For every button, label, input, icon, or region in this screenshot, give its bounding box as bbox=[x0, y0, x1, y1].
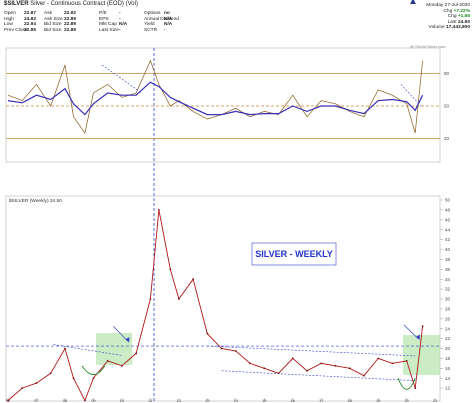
y-tick-label: 42 bbox=[445, 237, 451, 242]
highlight-box-2008 bbox=[96, 333, 132, 365]
y-tick-label: 12 bbox=[445, 386, 451, 391]
price-point bbox=[83, 399, 86, 402]
x-tick-label: 14 bbox=[234, 398, 239, 403]
y-tick-label: 34 bbox=[445, 277, 451, 282]
price-point bbox=[206, 332, 209, 335]
x-tick-label: 07 bbox=[34, 398, 39, 403]
y-tick-label: 32 bbox=[445, 287, 451, 292]
x-tick-label: 15 bbox=[262, 398, 267, 403]
price-point bbox=[35, 382, 38, 385]
trendline bbox=[221, 370, 416, 381]
price-point bbox=[234, 350, 237, 352]
price-point bbox=[135, 352, 138, 355]
chart-title: SILVER - WEEKLY bbox=[255, 249, 333, 259]
chart-canvas: 80 50 20 50 48 46 44 42 40 38 36 34 32 30 28 26 24 22 20 1… bbox=[5, 47, 451, 403]
price-point bbox=[158, 209, 160, 211]
y-tick-label: 36 bbox=[445, 267, 451, 272]
price-point bbox=[348, 367, 351, 370]
price-point bbox=[320, 362, 323, 365]
price-point bbox=[421, 325, 424, 328]
oscillator-signal-line bbox=[7, 81, 424, 116]
price-point bbox=[414, 387, 417, 389]
price-point bbox=[405, 359, 408, 362]
price-point bbox=[249, 362, 251, 365]
price-line bbox=[7, 209, 424, 402]
trendline bbox=[101, 64, 143, 94]
x-tick-label: 13 bbox=[205, 398, 210, 403]
price-point bbox=[177, 298, 180, 300]
x-tick-label: 16 bbox=[291, 398, 296, 403]
price-point bbox=[363, 374, 365, 377]
price-point bbox=[391, 362, 394, 365]
y-tick-label: 16 bbox=[445, 366, 451, 371]
trendline bbox=[400, 84, 422, 107]
y-tick-label: 26 bbox=[445, 316, 451, 321]
top-panel-frame bbox=[5, 47, 441, 163]
y-tick-label: 14 bbox=[445, 376, 451, 381]
price-point bbox=[64, 347, 66, 350]
price-point bbox=[121, 364, 123, 367]
y-tick-label: 46 bbox=[445, 217, 451, 222]
price-point bbox=[334, 364, 337, 367]
price-point bbox=[21, 387, 24, 389]
x-tick-label: 20 bbox=[404, 398, 409, 403]
trendline bbox=[207, 345, 416, 357]
y-tick-label: 28 bbox=[445, 307, 451, 312]
price-point bbox=[7, 399, 9, 402]
price-point bbox=[377, 357, 380, 360]
price-point bbox=[106, 359, 109, 362]
y-tick-label: 24 bbox=[445, 326, 451, 331]
oscillator-tick-label: 50 bbox=[444, 104, 450, 109]
y-tick-label: 18 bbox=[445, 356, 451, 361]
x-tick-label: 21 bbox=[433, 398, 438, 403]
y-tick-label: 30 bbox=[445, 297, 451, 302]
x-tick-label: 08 bbox=[63, 398, 68, 403]
price-point bbox=[192, 278, 194, 281]
y-tick-label: 22 bbox=[445, 336, 451, 341]
price-legend: $SILVER (Weekly) 24.50 bbox=[9, 198, 62, 204]
x-tick-label: 17 bbox=[319, 398, 324, 403]
x-tick-label: 19 bbox=[376, 398, 381, 403]
price-point bbox=[92, 377, 95, 380]
chart-window: $SILVER Silver - Continuous Contract (EO… bbox=[0, 0, 474, 403]
y-tick-label: 38 bbox=[445, 257, 451, 262]
price-panel: 50 48 46 44 42 40 38 36 34 32 30 28 26 24 22 20 18 16 14 12… bbox=[6, 198, 451, 403]
x-tick-label: 12 bbox=[177, 398, 182, 403]
highlight-box-2020 bbox=[403, 335, 440, 375]
price-point bbox=[72, 377, 75, 380]
y-tick-label: 44 bbox=[445, 227, 451, 232]
x-tick-label: 10 bbox=[120, 398, 125, 403]
y-tick-label: 40 bbox=[445, 247, 451, 252]
x-tick-label: 09 bbox=[91, 398, 96, 403]
oscillator-tick-label: 80 bbox=[444, 71, 450, 76]
price-point bbox=[291, 357, 294, 360]
price-point bbox=[263, 367, 266, 370]
y-tick-label: 50 bbox=[445, 198, 451, 203]
oscillator-tick-label: 20 bbox=[444, 136, 450, 141]
cup-curve bbox=[81, 365, 106, 375]
price-point bbox=[149, 298, 152, 300]
price-point bbox=[306, 369, 308, 372]
price-point bbox=[49, 372, 52, 375]
x-tick-label: 11 bbox=[148, 398, 153, 403]
y-tick-label: 48 bbox=[445, 208, 451, 213]
price-point bbox=[169, 268, 172, 271]
top-oscillator-panel: 80 50 20 bbox=[6, 59, 450, 141]
price-point bbox=[220, 347, 223, 350]
y-tick-label: 20 bbox=[445, 346, 451, 351]
x-tick-label: 18 bbox=[347, 398, 352, 403]
